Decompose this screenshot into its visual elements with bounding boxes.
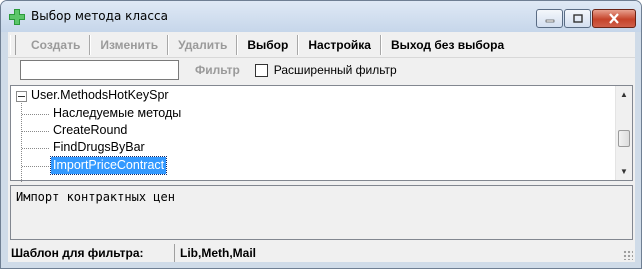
client-area: Создать Изменить Удалить Выбор Настройка… [8,32,635,262]
collapse-icon[interactable] [16,91,27,102]
window: Выбор метода класса Создать Изменить Уда… [0,0,642,269]
close-button[interactable] [592,9,636,28]
minimize-button[interactable] [536,9,563,28]
maximize-button[interactable] [564,9,591,28]
maximize-icon [572,14,583,23]
scroll-down-icon [615,222,631,239]
delete-button[interactable]: Удалить [169,34,236,56]
filter-input[interactable] [20,60,179,80]
tree-node[interactable]: CreateRound [51,122,129,139]
toolbar: Создать Изменить Удалить Выбор Настройка… [8,32,635,58]
tree-node[interactable]: FindDrugsByBar [51,139,147,156]
description-memo[interactable]: Импорт контрактных цен [10,185,633,240]
tree-connector [21,98,22,182]
tree-connector [22,114,49,115]
create-button[interactable]: Создать [22,34,89,56]
tree-node-selected[interactable]: ImportPriceContract [49,156,168,175]
select-button[interactable]: Выбор [238,34,297,56]
minimize-icon [545,19,554,22]
scroll-up-icon [615,186,631,203]
tree-connector [22,131,49,132]
tree-scrollbar[interactable]: ▲ ▼ [615,86,632,180]
edit-button[interactable]: Изменить [91,34,167,56]
scroll-thumb[interactable] [618,130,630,147]
tree-node[interactable]: Наследуемые методы [51,105,183,122]
tree-connector [22,166,49,167]
status-bar: Шаблон для фильтра: Lib,Meth,Mail [8,243,635,262]
filter-template-value: Lib,Meth,Mail [180,245,256,260]
filter-template-label: Шаблон для фильтра: [8,243,175,262]
window-title: Выбор метода класса [31,9,168,23]
filter-button[interactable]: Фильтр [195,63,240,77]
size-grip[interactable] [623,250,633,260]
extended-filter-label[interactable]: Расширенный фильтр [274,63,397,77]
exit-without-selection-button[interactable]: Выход без выбора [382,34,513,56]
toolbar-grip[interactable] [10,34,16,55]
filter-row: Фильтр Расширенный фильтр [8,59,635,81]
memo-scrollbar [615,186,632,239]
tree-root-node[interactable]: User.MethodsHotKeySpr [31,88,169,102]
description-text: Импорт контрактных цен [16,190,175,204]
tree-connector [22,148,49,149]
methods-tree[interactable]: User.MethodsHotKeySpr Наследуемые методы… [10,85,633,182]
settings-button[interactable]: Настройка [299,34,380,56]
scroll-down-icon[interactable]: ▼ [616,163,632,180]
scroll-up-icon[interactable]: ▲ [616,86,632,103]
close-icon [609,13,619,24]
title-bar[interactable]: Выбор метода класса [1,1,641,32]
extended-filter-checkbox[interactable] [254,63,268,77]
app-icon [9,9,25,25]
